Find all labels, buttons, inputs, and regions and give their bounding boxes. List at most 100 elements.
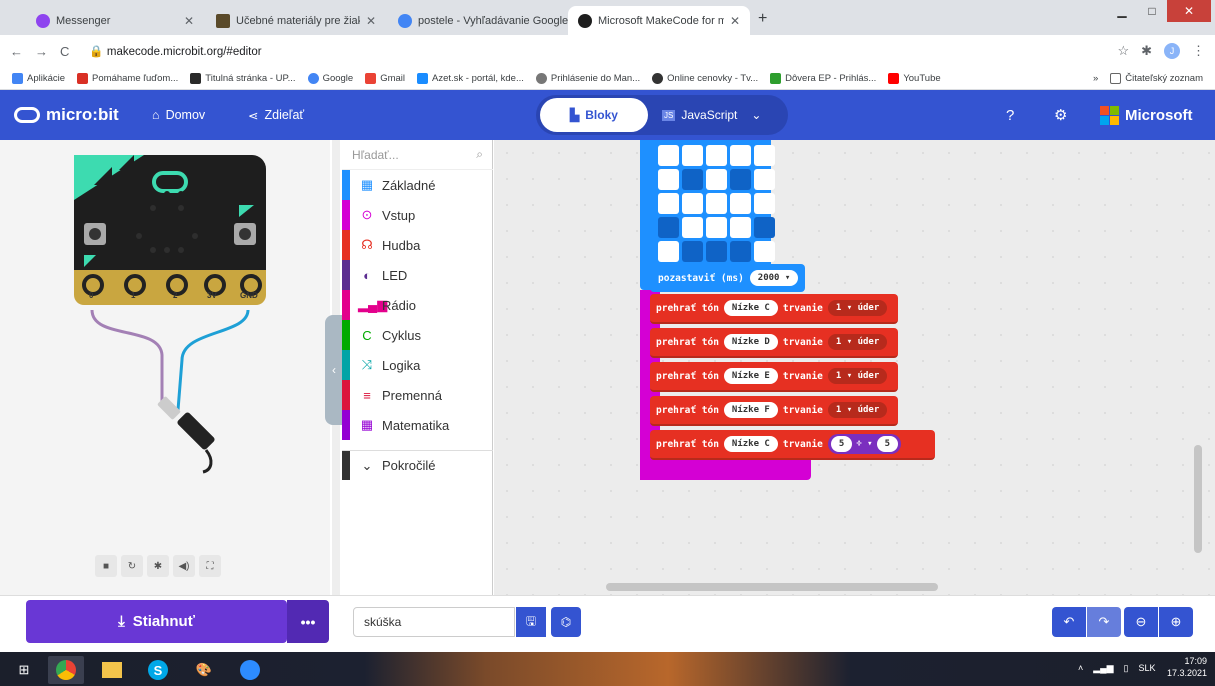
bookmark-gmail[interactable]: Gmail: [365, 72, 405, 84]
led-cell[interactable]: [682, 169, 703, 190]
chevron-up-icon[interactable]: ˄: [1078, 663, 1083, 674]
redo-button[interactable]: ↷: [1087, 607, 1121, 637]
led-cell[interactable]: [706, 193, 727, 214]
undo-button[interactable]: ↶: [1052, 607, 1086, 637]
chrome-taskbar-icon[interactable]: [48, 656, 84, 684]
forward-icon[interactable]: →: [35, 44, 48, 59]
start-button[interactable]: ⊞: [6, 656, 42, 684]
skype-taskbar-icon[interactable]: S: [140, 656, 176, 684]
led-cell[interactable]: [706, 145, 727, 166]
restart-button[interactable]: ↻: [121, 555, 143, 577]
battery-icon[interactable]: ▯: [1124, 663, 1129, 674]
bookmark-pomahame[interactable]: Pomáhame ľuďom...: [77, 72, 178, 84]
led-cell[interactable]: [682, 193, 703, 214]
category-item[interactable]: ▦ Matematika: [342, 410, 493, 440]
led-cell[interactable]: [658, 169, 679, 190]
settings-button[interactable]: ⚙: [1054, 90, 1067, 140]
project-name-input[interactable]: skúška: [353, 607, 515, 637]
note-field[interactable]: Nízke C: [723, 300, 778, 316]
led-cell[interactable]: [730, 169, 751, 190]
microbit-logo[interactable]: micro:bit: [14, 90, 119, 140]
tone-block[interactable]: prehrať tón Nízke D trvanie 1 ▾ úder: [650, 328, 898, 358]
tone-block[interactable]: prehrať tón Nízke C trvanie 1 ▾ úder: [650, 294, 898, 324]
signal-icon[interactable]: ▂▄▆: [1093, 663, 1113, 674]
download-button[interactable]: ⤓ Stiahnuť: [26, 600, 287, 643]
stop-button[interactable]: ■: [95, 555, 117, 577]
tab-javascript[interactable]: JS JavaScript ⌄: [648, 108, 761, 122]
save-button[interactable]: 🖫: [516, 607, 546, 637]
tone-block[interactable]: prehrať tón Nízke E trvanie 1 ▾ úder: [650, 362, 898, 392]
debug-button[interactable]: ✱: [147, 555, 169, 577]
category-item[interactable]: ▦ Základné: [342, 170, 493, 200]
pause-value-field[interactable]: 2000 ▾: [749, 270, 799, 286]
close-window-button[interactable]: ✕: [1167, 0, 1211, 22]
bookmark-youtube[interactable]: YouTube: [888, 72, 941, 84]
collapse-simulator-button[interactable]: ‹: [325, 315, 343, 425]
note-field[interactable]: Nízke F: [723, 402, 778, 418]
note-field[interactable]: Nízke D: [723, 334, 778, 350]
category-item[interactable]: C Cyklus: [342, 320, 493, 350]
bookmark-titulna[interactable]: Titulná stránka - UP...: [190, 72, 296, 84]
explorer-taskbar-icon[interactable]: [94, 656, 130, 684]
home-button[interactable]: ⌂ Domov: [152, 90, 205, 140]
maximize-button[interactable]: □: [1137, 0, 1167, 22]
operator-dropdown[interactable]: ÷ ▾: [856, 439, 872, 449]
zoom-taskbar-icon[interactable]: [232, 656, 268, 684]
help-button[interactable]: ?: [1006, 90, 1014, 140]
divisor-field[interactable]: 5: [876, 436, 899, 452]
led-cell[interactable]: [658, 145, 679, 166]
led-cell[interactable]: [754, 217, 775, 238]
reload-icon[interactable]: C: [60, 44, 69, 59]
github-button[interactable]: ⌬: [551, 607, 581, 637]
led-cell[interactable]: [730, 145, 751, 166]
led-cell[interactable]: [754, 145, 775, 166]
zoom-in-button[interactable]: ⊕: [1159, 607, 1193, 637]
beats-dropdown[interactable]: 1 ▾ úder: [827, 300, 888, 316]
led-cell[interactable]: [754, 241, 775, 262]
category-item[interactable]: ≡ Premenná: [342, 380, 493, 410]
category-item[interactable]: ☊ Hudba: [342, 230, 493, 260]
tab-ucebne[interactable]: Učebné materiály pre žiakov a ro ✕: [206, 6, 386, 35]
led-cell[interactable]: [754, 169, 775, 190]
led-cell[interactable]: [682, 145, 703, 166]
note-field[interactable]: Nízke E: [723, 368, 778, 384]
beats-dropdown[interactable]: 1 ▾ úder: [827, 402, 888, 418]
led-cell[interactable]: [754, 193, 775, 214]
paint-taskbar-icon[interactable]: 🎨: [186, 656, 222, 684]
tab-makecode[interactable]: Microsoft MakeCode for micro:bi ✕: [568, 6, 750, 35]
led-cell[interactable]: [706, 217, 727, 238]
led-cell[interactable]: [658, 217, 679, 238]
led-cell[interactable]: [706, 241, 727, 262]
led-cell[interactable]: [730, 217, 751, 238]
close-tab-icon[interactable]: ✕: [366, 14, 376, 28]
tab-google[interactable]: postele - Vyhľadávanie Google ✕: [388, 6, 584, 35]
clock[interactable]: 17:09 17.3.2021: [1167, 655, 1207, 679]
language-indicator[interactable]: SLK: [1138, 663, 1155, 674]
workspace-h-scrollbar[interactable]: [606, 583, 938, 591]
share-button[interactable]: ⋖ Zdieľať: [248, 90, 304, 140]
led-cell[interactable]: [658, 241, 679, 262]
star-icon[interactable]: ☆: [1117, 43, 1129, 59]
microsoft-logo[interactable]: Microsoft: [1100, 90, 1193, 140]
chevron-down-icon[interactable]: ⌄: [751, 108, 761, 122]
led-cell[interactable]: [682, 217, 703, 238]
minimize-button[interactable]: ▁: [1107, 0, 1137, 22]
close-tab-icon[interactable]: ✕: [184, 14, 194, 28]
led-cell[interactable]: [730, 241, 751, 262]
category-item[interactable]: ▂▄▆ Rádio: [342, 290, 493, 320]
profile-avatar[interactable]: J: [1164, 43, 1180, 59]
pause-block[interactable]: pozastaviť (ms) 2000 ▾: [650, 264, 805, 292]
menu-icon[interactable]: ⋮: [1192, 43, 1205, 59]
note-field[interactable]: Nízke C: [723, 436, 778, 452]
bookmark-prihlasenie[interactable]: Prihlásenie do Man...: [535, 72, 640, 84]
led-cell[interactable]: [706, 169, 727, 190]
more-bookmarks-icon[interactable]: »: [1093, 73, 1098, 84]
dividend-field[interactable]: 5: [830, 436, 853, 452]
bookmark-cenovky[interactable]: Online cenovky - Tv...: [652, 72, 758, 84]
zoom-out-button[interactable]: ⊖: [1124, 607, 1158, 637]
close-tab-icon[interactable]: ✕: [730, 14, 740, 28]
workspace-v-scrollbar[interactable]: [1194, 445, 1202, 553]
reading-list[interactable]: Čitateľský zoznam: [1110, 72, 1203, 84]
division-block[interactable]: 5 ÷ ▾ 5: [827, 434, 902, 454]
beats-dropdown[interactable]: 1 ▾ úder: [827, 334, 888, 350]
